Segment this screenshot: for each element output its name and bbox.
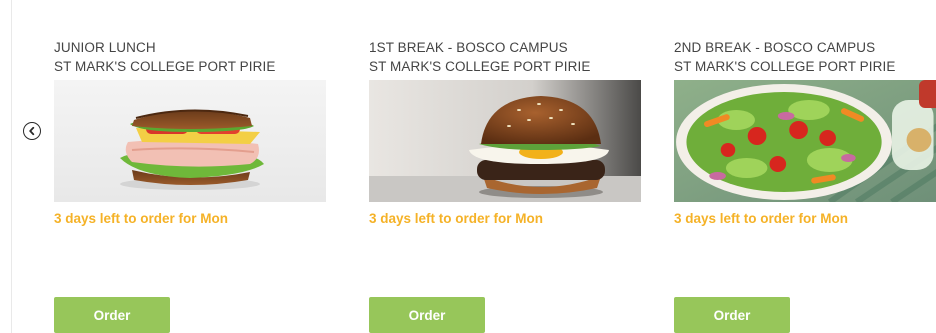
card-title: JUNIOR LUNCH ST MARK'S COLLEGE PORT PIRI…: [54, 38, 329, 76]
chevron-left-icon: [29, 126, 35, 136]
order-deadline: 3 days left to order for Mon: [674, 211, 849, 226]
burger-image: [369, 80, 641, 202]
salad-image: [674, 80, 936, 202]
carousel-divider: [11, 0, 12, 333]
school-name: ST MARK'S COLLEGE PORT PIRIE: [54, 59, 276, 74]
order-button[interactable]: Order: [54, 297, 170, 333]
card-title: 2ND BREAK - BOSCO CAMPUS ST MARK'S COLLE…: [674, 38, 936, 76]
order-deadline: 3 days left to order for Mon: [54, 211, 229, 226]
meal-card: JUNIOR LUNCH ST MARK'S COLLEGE PORT PIRI…: [54, 0, 329, 333]
sandwich-image: [54, 80, 326, 202]
meal-card: 2ND BREAK - BOSCO CAMPUS ST MARK'S COLLE…: [674, 0, 936, 333]
order-button[interactable]: Order: [674, 297, 790, 333]
order-button[interactable]: Order: [369, 297, 485, 333]
carousel-prev-button[interactable]: [23, 122, 41, 140]
meal-card: 1ST BREAK - BOSCO CAMPUS ST MARK'S COLLE…: [369, 0, 644, 333]
meal-name: 1ST BREAK - BOSCO CAMPUS: [369, 40, 568, 55]
order-deadline: 3 days left to order for Mon: [369, 211, 544, 226]
school-name: ST MARK'S COLLEGE PORT PIRIE: [674, 59, 896, 74]
meal-name: 2ND BREAK - BOSCO CAMPUS: [674, 40, 876, 55]
card-title: 1ST BREAK - BOSCO CAMPUS ST MARK'S COLLE…: [369, 38, 644, 76]
school-name: ST MARK'S COLLEGE PORT PIRIE: [369, 59, 591, 74]
meal-name: JUNIOR LUNCH: [54, 40, 156, 55]
